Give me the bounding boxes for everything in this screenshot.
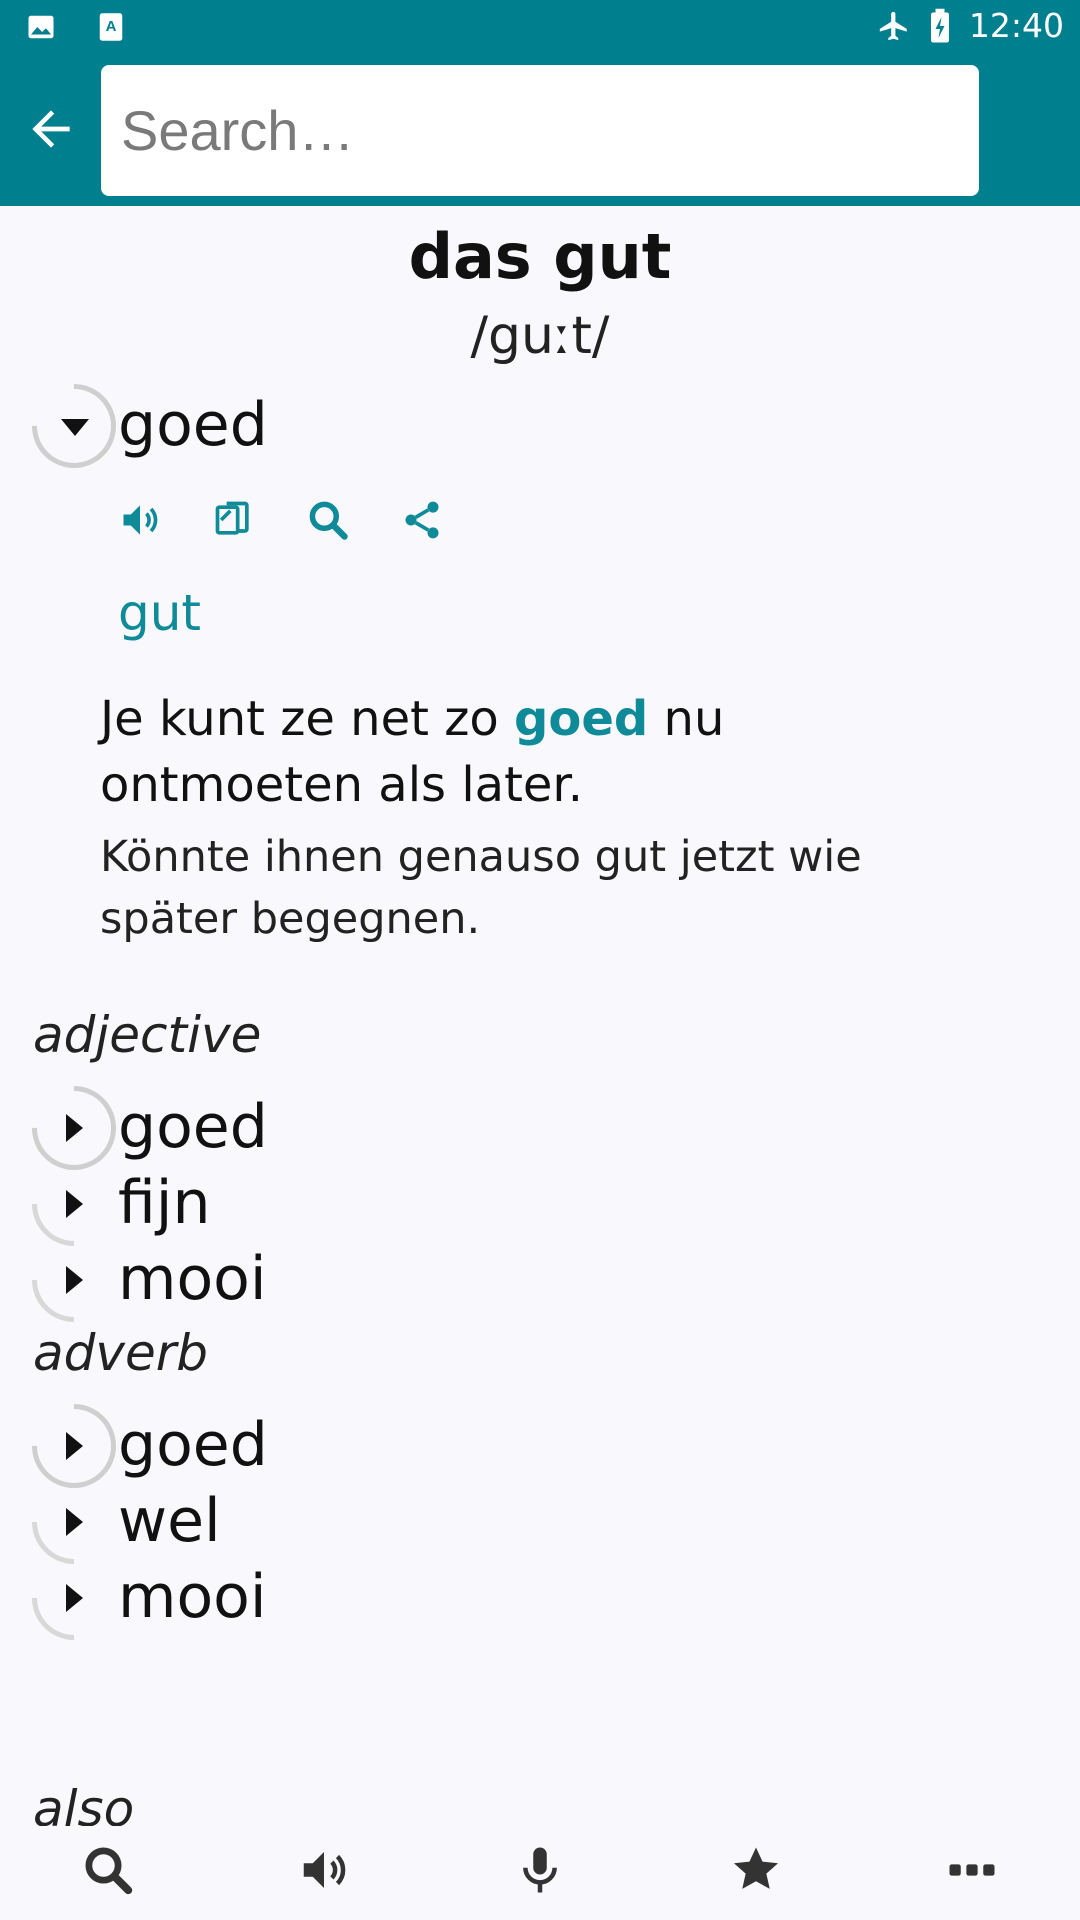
svg-text:A: A <box>106 18 117 35</box>
more-button[interactable] <box>942 1840 1002 1900</box>
part-of-speech-adverb: adverb <box>33 1324 209 1382</box>
search-input[interactable] <box>101 65 979 196</box>
search-button[interactable] <box>78 1840 138 1900</box>
caret-right-icon <box>66 1266 83 1294</box>
app-bar <box>0 56 1080 206</box>
list-item[interactable]: wel <box>118 1486 221 1556</box>
speak-button[interactable] <box>294 1840 354 1900</box>
part-of-speech-adjective: adjective <box>33 1006 262 1064</box>
caret-right-icon <box>66 1432 83 1460</box>
bottom-toolbar <box>0 1826 1080 1920</box>
example-translation: Könnte ihnen genauso gut jetzt wie späte… <box>100 832 862 944</box>
phonetic: /guːt/ <box>470 306 610 366</box>
entry-actions <box>118 498 444 542</box>
list-item[interactable]: mooi <box>118 1244 267 1314</box>
caret-right-icon <box>66 1508 83 1536</box>
example-sentence: Je kunt ze net zo goed nu ontmoeten als … <box>100 686 980 818</box>
voice-input-button[interactable] <box>510 1840 570 1900</box>
microphone-icon <box>523 1847 557 1893</box>
entry-word[interactable]: goed <box>118 390 268 460</box>
list-item[interactable]: goed <box>118 1410 268 1480</box>
star-icon <box>733 1847 779 1889</box>
more-icon <box>949 1864 995 1876</box>
list-item[interactable]: fijn <box>118 1168 211 1238</box>
part-of-speech-also: also <box>33 1780 135 1826</box>
favorites-button[interactable] <box>726 1840 786 1900</box>
clock: 12:40 <box>968 6 1064 45</box>
speaker-icon[interactable] <box>118 498 162 542</box>
search-icon <box>85 1847 133 1895</box>
share-icon[interactable] <box>400 498 444 542</box>
image-icon <box>28 15 54 39</box>
back-button[interactable] <box>20 98 82 160</box>
example-before: Je kunt ze net zo <box>100 691 515 747</box>
dictionary-entry: das gut /guːt/ goed gut Je kunt ze net z… <box>0 206 1080 1826</box>
translation: gut <box>118 584 202 642</box>
search-icon[interactable] <box>306 498 350 542</box>
arrow-left-icon <box>32 110 70 148</box>
headword: das gut <box>408 220 672 293</box>
caret-down-icon <box>61 419 89 436</box>
list-item[interactable]: mooi <box>118 1562 267 1632</box>
caret-right-icon <box>66 1190 83 1218</box>
copy-icon[interactable] <box>212 498 256 542</box>
example-highlight: goed <box>514 691 649 747</box>
list-item[interactable]: goed <box>118 1092 268 1162</box>
status-bar: A 12:40 <box>0 0 1080 56</box>
app-notification-icon: A <box>99 13 123 41</box>
speaker-icon <box>303 1852 346 1888</box>
caret-right-icon <box>66 1114 83 1142</box>
caret-right-icon <box>66 1584 83 1612</box>
airplane-mode-icon <box>879 11 907 40</box>
battery-charging-icon <box>930 8 949 42</box>
